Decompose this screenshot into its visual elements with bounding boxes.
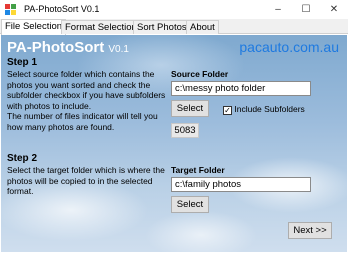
select-target-button[interactable]: Select <box>171 196 209 213</box>
step1-desc-line: Select source folder which contains the <box>7 69 155 79</box>
include-subfolders-label: Include Subfolders <box>234 104 305 114</box>
step1-desc-line: with photos to include. <box>7 100 92 111</box>
target-folder-input[interactable]: c:\family photos <box>171 177 311 192</box>
step1-desc-line: subfolder checkbox if you have subfolder… <box>7 90 166 100</box>
step1-desc-line: photos you want sorted and check the <box>7 79 151 90</box>
file-count-indicator: 5083 <box>171 123 199 138</box>
tab-format-selection[interactable]: Format Selection <box>61 20 141 34</box>
select-source-button[interactable]: Select <box>171 100 209 117</box>
website-link[interactable]: pacauto.com.au <box>239 39 339 55</box>
maximize-button[interactable]: ☐ <box>292 0 320 19</box>
minimize-button[interactable]: – <box>264 0 292 19</box>
source-folder-input[interactable]: c:\messy photo folder <box>171 81 311 96</box>
include-subfolders-checkbox-wrap[interactable]: ✓ Include Subfolders <box>223 104 305 115</box>
step1-heading: Step 1 <box>7 57 38 68</box>
next-button[interactable]: Next >> <box>288 222 332 239</box>
target-folder-label: Target Folder <box>171 165 225 175</box>
step2-desc-line: photos will be copied to in the selected <box>7 175 153 186</box>
step1-desc-line: The number of files indicator will tell … <box>7 111 158 121</box>
step2-desc-line: format. <box>7 186 34 196</box>
step2-description: Select the target folder which is where … <box>7 165 172 197</box>
app-icon <box>5 4 16 15</box>
step1-desc-line: how many photos are found. <box>7 121 115 132</box>
app-version: V0.1 <box>108 44 129 55</box>
step2-heading: Step 2 <box>7 153 38 164</box>
title-bar: PA-PhotoSort V0.1 – ☐ ✕ <box>0 0 348 19</box>
source-folder-label: Source Folder <box>171 69 229 79</box>
tab-about[interactable]: About <box>186 20 219 34</box>
include-subfolders-checkbox[interactable]: ✓ <box>223 106 232 115</box>
tab-sort-photos[interactable]: Sort Photos <box>133 20 191 34</box>
tab-file-selection[interactable]: File Selection <box>1 19 67 35</box>
step2-desc-line: Select the target folder which is where … <box>7 165 165 175</box>
window-title: PA-PhotoSort V0.1 <box>24 4 100 14</box>
step1-description: Select source folder which contains the … <box>7 69 172 132</box>
tab-strip: File Selection Format Selection Sort Pho… <box>0 19 348 35</box>
app-name: PA-PhotoSort <box>7 39 105 56</box>
app-title: PA-PhotoSort V0.1 <box>7 39 129 56</box>
close-button[interactable]: ✕ <box>320 0 348 19</box>
file-selection-panel: PA-PhotoSort V0.1 pacauto.com.au Step 1 … <box>1 35 347 252</box>
